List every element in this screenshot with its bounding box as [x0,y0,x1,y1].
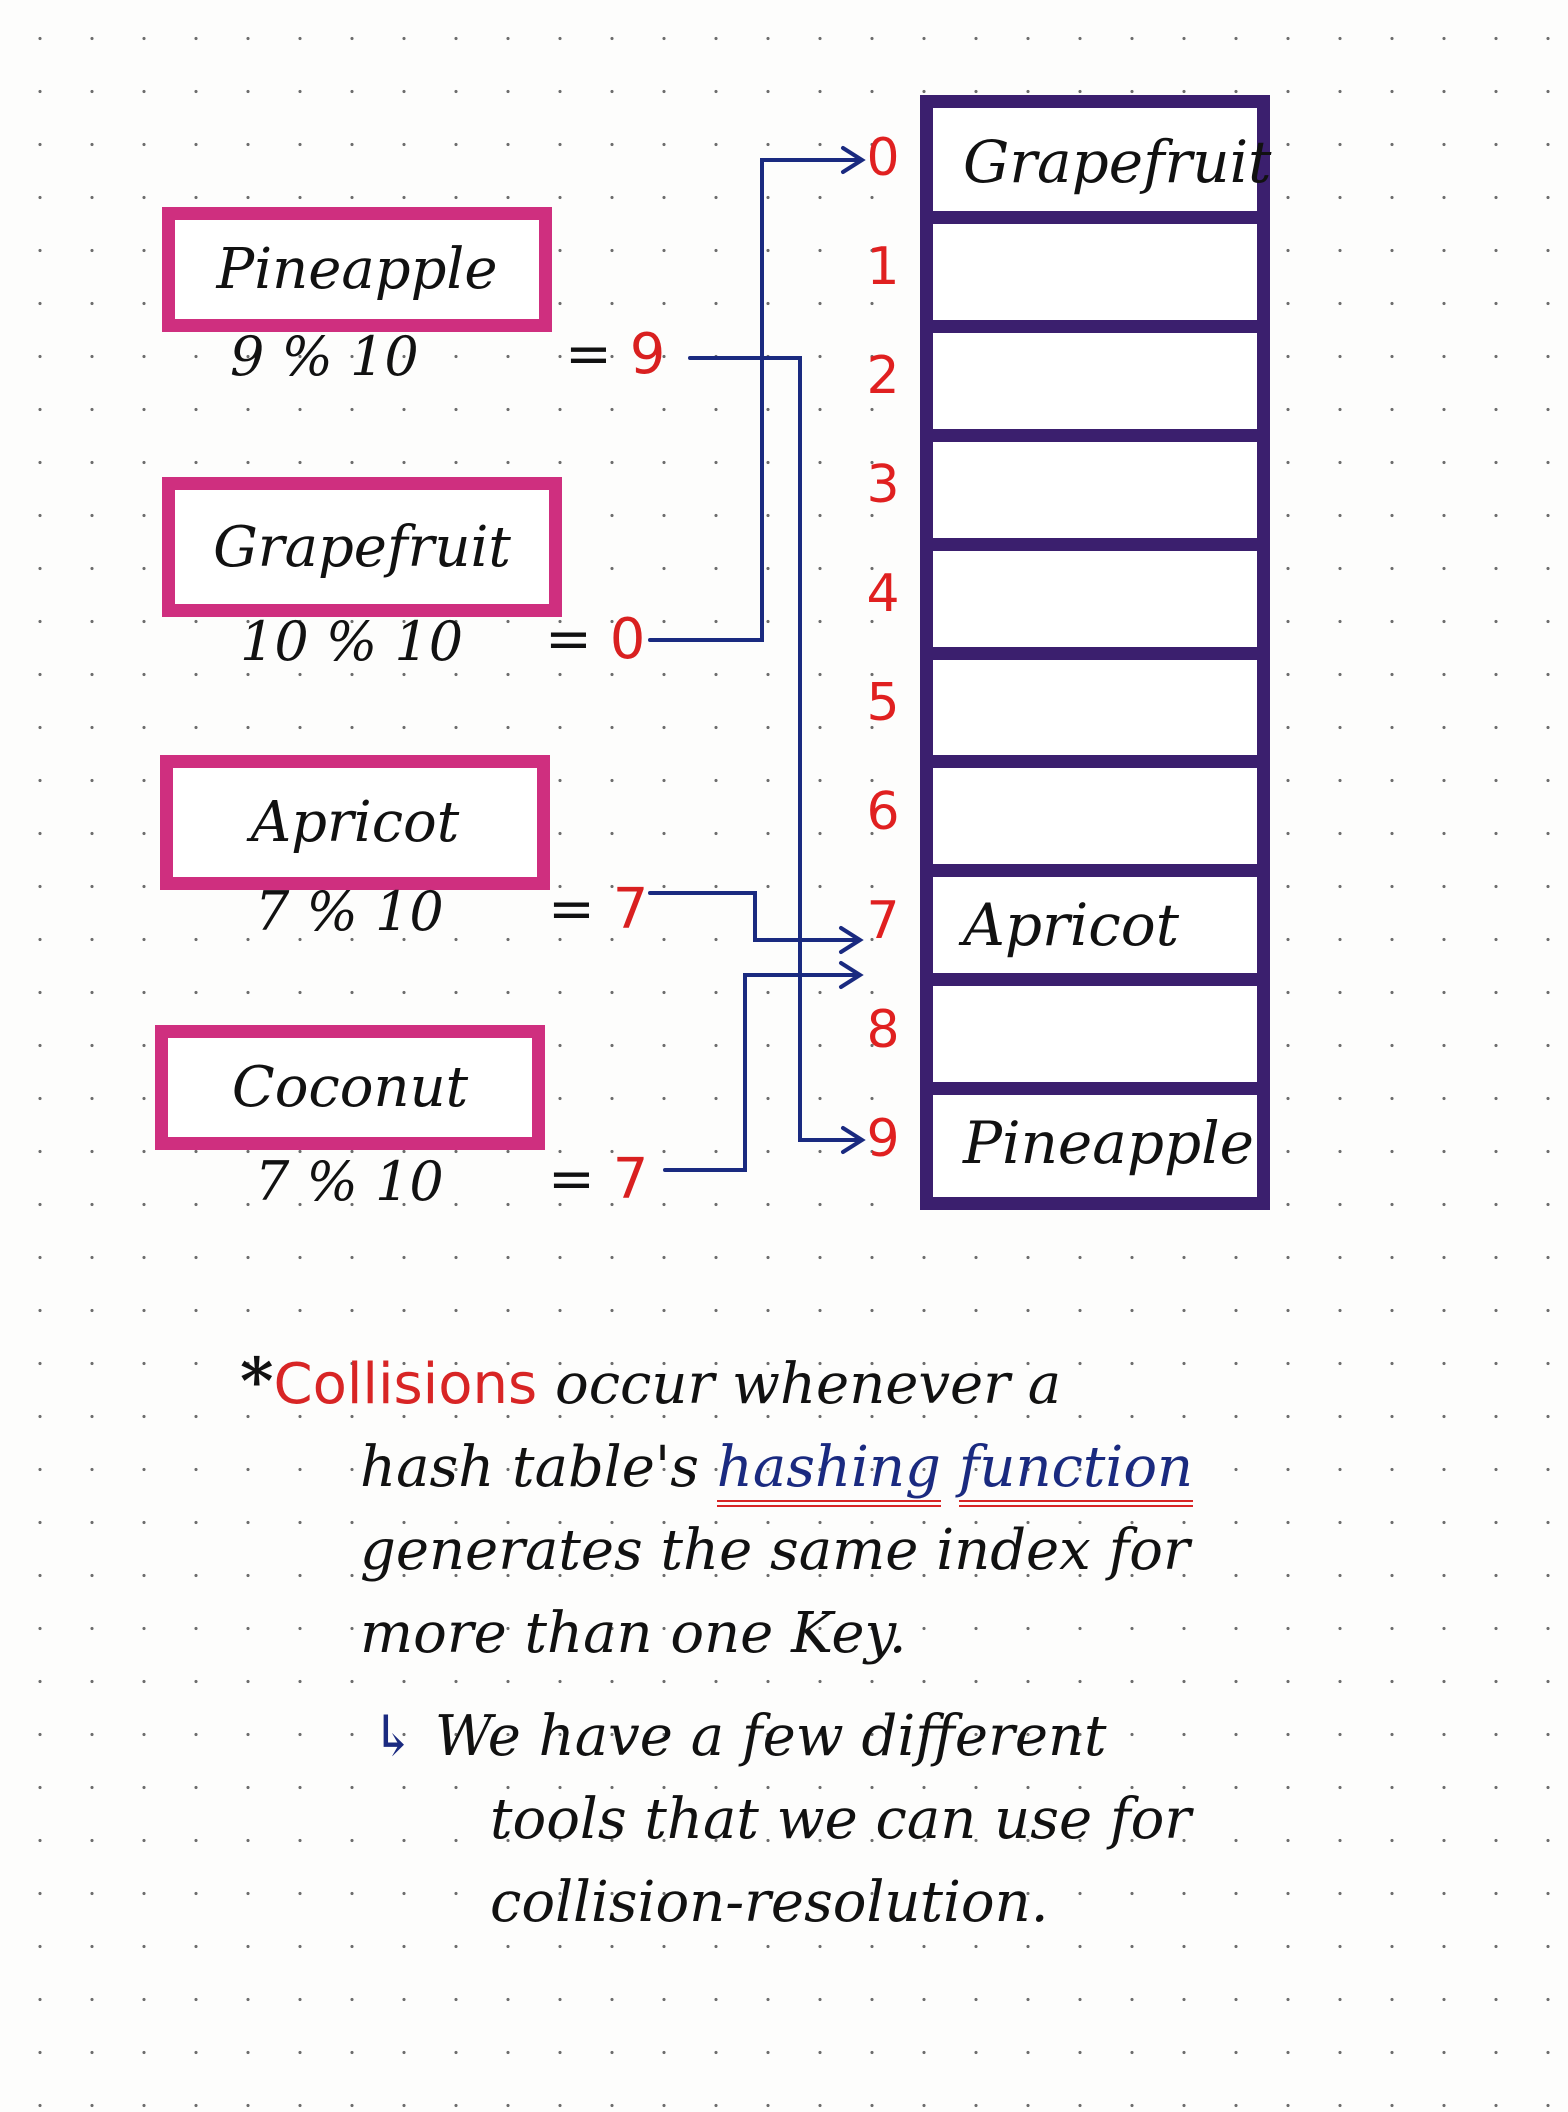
slot-index: 4 [866,564,900,625]
hash-result: = 7 [548,877,649,942]
result-value: 9 [629,322,666,387]
key-box-grapefruit: Grapefruit [162,477,562,617]
result-value: 0 [609,607,646,672]
term-function: function [958,1435,1194,1507]
slot-index: 5 [866,672,900,733]
asterisk-icon: * [240,1344,274,1419]
note-subline: collision-resolution. [490,1870,1049,1935]
result-value: 7 [612,877,649,942]
hash-expression: 10 % 10 [240,610,464,673]
slot-divider [933,646,1257,660]
slot-divider [933,537,1257,551]
slot-divider [933,428,1257,442]
slot-divider [933,319,1257,333]
arrow-pineapple-to-9 [688,356,862,1142]
return-arrow-icon: ↳ [370,1704,417,1769]
slot-index: 9 [866,1108,900,1169]
hash-table-slot [933,435,1257,544]
note-subline: tools that we can use for [490,1787,1192,1852]
slot-divider [933,755,1257,769]
key-label: Grapefruit [213,514,511,580]
key-box-coconut: Coconut [155,1025,545,1150]
hash-result: = 0 [545,607,646,672]
collision-note: *Collisions occur whenever a hash table'… [240,1340,1340,1944]
hash-result: = 9 [565,322,666,387]
key-label: Coconut [231,1055,469,1120]
key-box-pineapple: Pineapple [162,207,552,332]
slot-index: 8 [866,999,900,1060]
note-line: hash table's hashing function [240,1426,1340,1509]
slot-divider [933,864,1257,878]
slot-divider [933,210,1257,224]
hash-table-slot [933,979,1257,1088]
arrow-apricot-to-7 [648,891,860,942]
key-box-apricot: Apricot [160,755,550,890]
key-label: Pineapple [216,237,498,302]
hash-table: Grapefruit Apricot Pineapple [920,95,1272,1210]
term-hashing: hashing [716,1435,941,1507]
hash-result: = 7 [548,1147,649,1212]
note-line: more than one Key. [360,1601,907,1666]
hash-table-slot [933,217,1257,326]
note-subline: ↳ We have a few different [370,1704,1107,1769]
result-value: 7 [612,1147,649,1212]
hash-table-slot: Apricot [963,890,1179,959]
hash-expression: 7 % 10 [255,880,444,943]
slot-index: 3 [866,455,900,516]
hash-expression: 7 % 10 [255,1150,444,1213]
slot-index: 7 [866,890,900,951]
slot-index: 6 [866,781,900,842]
note-line: *Collisions occur whenever a [240,1344,1062,1419]
key-label: Apricot [250,790,460,855]
slot-index: 0 [866,128,900,189]
hash-table-slot: Grapefruit [963,128,1272,197]
hash-expression: 9 % 10 [230,325,419,388]
arrow-grapefruit-to-0 [648,158,862,642]
hash-table-slot [933,761,1257,870]
hash-table-slot [933,653,1257,762]
slot-index: 2 [866,346,900,407]
hash-table-slot [933,326,1257,435]
slot-divider [933,973,1257,987]
note-line: generates the same index for [360,1518,1190,1583]
hash-table-slot: Pineapple [963,1108,1254,1177]
slot-index: 1 [866,237,900,298]
highlight-word: Collisions [273,1352,538,1417]
slot-divider [933,1082,1257,1096]
hash-table-slot [933,544,1257,653]
